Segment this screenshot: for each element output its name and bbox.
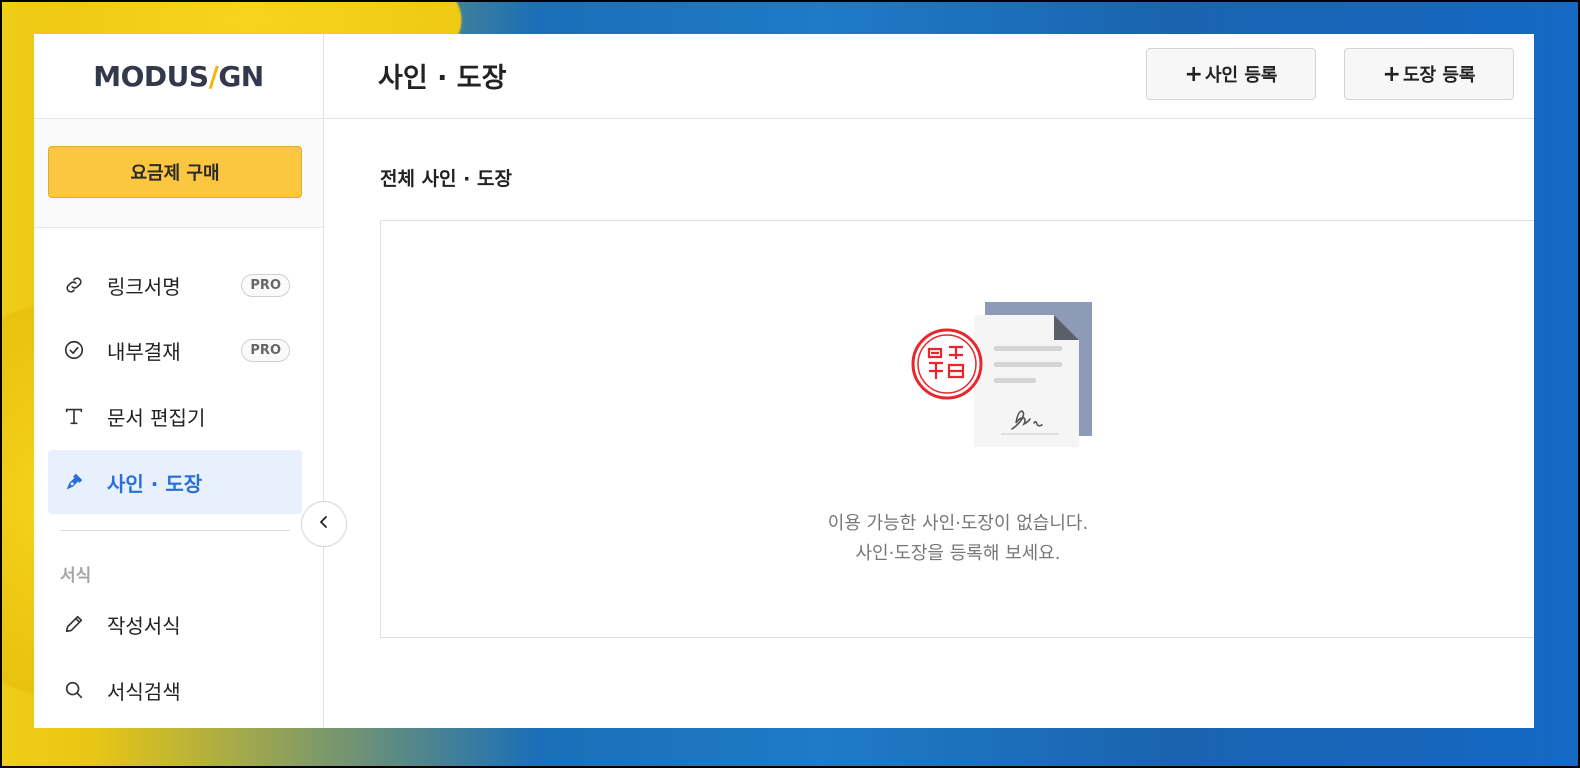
section-title: 전체 사인 · 도장 (380, 168, 512, 190)
empty-illustration (909, 299, 1099, 453)
sidebar-item-label: 서식검색 (107, 679, 181, 704)
sidebar-divider (60, 530, 290, 531)
chevron-left-icon (316, 514, 332, 534)
stamp-seal-icon (911, 328, 983, 400)
app-window: MODUS/GN 요금제 구매 링크서명 PRO 내부결재 PRO 문서 편집기… (34, 34, 1534, 728)
sidebar-item-label: 내부결재 (107, 339, 181, 364)
empty-state-card: 이용 가능한 사인·도장이 없습니다. 사인·도장을 등록해 보세요. (380, 220, 1534, 638)
sidebar-item-internal-approval[interactable]: 내부결재 PRO (48, 318, 302, 382)
page-header: 사인 · 도장 + 사인 등록 + 도장 등록 (324, 34, 1534, 119)
sidebar-item-label: 작성서식 (107, 613, 181, 638)
sidebar-item-document-editor[interactable]: 문서 편집기 (48, 384, 302, 448)
sidebar-collapse-button[interactable] (301, 501, 347, 547)
pro-badge: PRO (241, 273, 290, 297)
logo-area: MODUS/GN (34, 34, 323, 119)
pro-badge: PRO (241, 338, 290, 362)
add-sign-button[interactable]: + 사인 등록 (1146, 48, 1316, 100)
plus-icon: + (1382, 61, 1401, 87)
empty-message-line1: 이용 가능한 사인·도장이 없습니다. (827, 513, 1089, 534)
plus-icon: + (1184, 61, 1203, 87)
buy-area: 요금제 구매 (34, 119, 323, 228)
page-title: 사인 · 도장 (378, 63, 507, 94)
text-t-icon (62, 404, 86, 428)
sidebar-item-label: 링크서명 (107, 274, 181, 299)
empty-message-line2: 사인·도장을 등록해 보세요. (855, 543, 1061, 564)
sidebar-item-search-form[interactable]: 서식검색 (48, 658, 302, 722)
buy-plan-button[interactable]: 요금제 구매 (48, 146, 302, 198)
sidebar-item-link-sign[interactable]: 링크서명 PRO (48, 253, 302, 317)
modusign-logo[interactable]: MODUS/GN (93, 60, 264, 93)
search-icon (62, 678, 86, 702)
sidebar-section-label: 서식 (60, 566, 92, 586)
sidebar-item-label: 문서 편집기 (107, 405, 206, 430)
sidebar-item-create-form[interactable]: 작성서식 (48, 592, 302, 656)
link-icon (62, 273, 86, 297)
add-stamp-button[interactable]: + 도장 등록 (1344, 48, 1514, 100)
sidebar: MODUS/GN 요금제 구매 링크서명 PRO 내부결재 PRO 문서 편집기… (34, 34, 324, 728)
pen-nib-icon (62, 470, 86, 494)
sidebar-item-label: 사인 · 도장 (107, 471, 203, 496)
sidebar-item-sign-stamp[interactable]: 사인 · 도장 (48, 450, 302, 514)
check-circle-icon (62, 338, 86, 362)
pencil-icon (62, 612, 86, 636)
